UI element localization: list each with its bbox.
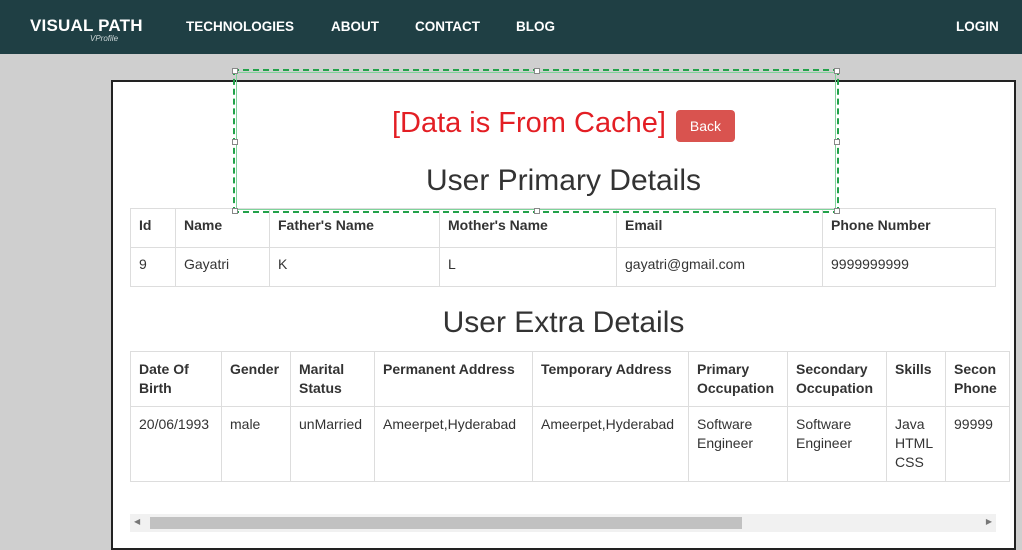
col-primary-occupation: Primary Occupation	[688, 351, 788, 407]
cell-permanent-address: Ameerpet,Hyderabad	[374, 406, 533, 482]
cache-notice: [Data is From Cache]	[391, 107, 666, 139]
nav-login[interactable]: LOGIN	[956, 19, 999, 34]
cell-primary-occupation: Software Engineer	[688, 406, 788, 482]
cell-secondary-occupation: Software Engineer	[787, 406, 887, 482]
col-name: Name	[175, 208, 270, 248]
col-secondary-phone: Secon Phone	[945, 351, 1010, 407]
col-temporary-address: Temporary Address	[532, 351, 689, 407]
cell-secondary-phone: 99999	[945, 406, 1010, 482]
col-permanent-address: Permanent Address	[374, 351, 533, 407]
table-header-row: Id Name Father's Name Mother's Name Emai…	[130, 208, 996, 248]
col-id: Id	[130, 208, 176, 248]
cache-notice-row: [Data is From Cache] Back	[113, 107, 1014, 142]
cell-phone: 9999999999	[822, 247, 996, 287]
cell-mother-name: L	[439, 247, 617, 287]
primary-details-table: Id Name Father's Name Mother's Name Emai…	[130, 208, 996, 287]
horizontal-scrollbar[interactable]: ◀ ▶	[130, 514, 996, 532]
resize-handle[interactable]	[232, 68, 238, 74]
top-navbar: VISUAL PATH VProfile TECHNOLOGIES ABOUT …	[0, 0, 1022, 54]
primary-details-title: User Primary Details	[425, 164, 702, 197]
cell-dob: 20/06/1993	[130, 406, 222, 482]
resize-handle[interactable]	[534, 68, 540, 74]
cell-name: Gayatri	[175, 247, 270, 287]
table-header-row: Date Of Birth Gender Marital Status Perm…	[130, 351, 1010, 407]
cell-email: gayatri@gmail.com	[616, 247, 823, 287]
col-secondary-occupation: Secondary Occupation	[787, 351, 887, 407]
scrollbar-thumb[interactable]	[150, 517, 742, 529]
nav-blog[interactable]: BLOG	[516, 19, 555, 34]
brand-subtitle: VProfile	[90, 34, 119, 43]
scroll-left-icon[interactable]: ◀	[134, 517, 140, 526]
col-skills: Skills	[886, 351, 946, 407]
scroll-right-icon[interactable]: ▶	[986, 517, 992, 526]
col-mother-name: Mother's Name	[439, 208, 617, 248]
resize-handle[interactable]	[834, 68, 840, 74]
col-marital-status: Marital Status	[290, 351, 375, 407]
nav-contact[interactable]: CONTACT	[415, 19, 480, 34]
col-gender: Gender	[221, 351, 291, 407]
extra-details-title: User Extra Details	[442, 306, 685, 339]
brand-logo[interactable]: VISUAL PATH	[30, 16, 143, 36]
cell-marital-status: unMarried	[290, 406, 375, 482]
col-email: Email	[616, 208, 823, 248]
back-button[interactable]: Back	[675, 109, 736, 142]
table-row: 9 Gayatri K L gayatri@gmail.com 99999999…	[130, 247, 996, 287]
nav-technologies[interactable]: TECHNOLOGIES	[186, 19, 294, 34]
col-father-name: Father's Name	[269, 208, 440, 248]
cell-father-name: K	[269, 247, 440, 287]
cell-temporary-address: Ameerpet,Hyderabad	[532, 406, 689, 482]
table-row: 20/06/1993 male unMarried Ameerpet,Hyder…	[130, 406, 1010, 482]
content-panel: [Data is From Cache] Back User Primary De…	[111, 80, 1016, 550]
col-phone: Phone Number	[822, 208, 996, 248]
col-dob: Date Of Birth	[130, 351, 222, 407]
extra-details-table: Date Of Birth Gender Marital Status Perm…	[130, 351, 1010, 482]
cell-gender: male	[221, 406, 291, 482]
cell-skills: Java HTML CSS	[886, 406, 946, 482]
nav-about[interactable]: ABOUT	[331, 19, 379, 34]
cell-id: 9	[130, 247, 176, 287]
